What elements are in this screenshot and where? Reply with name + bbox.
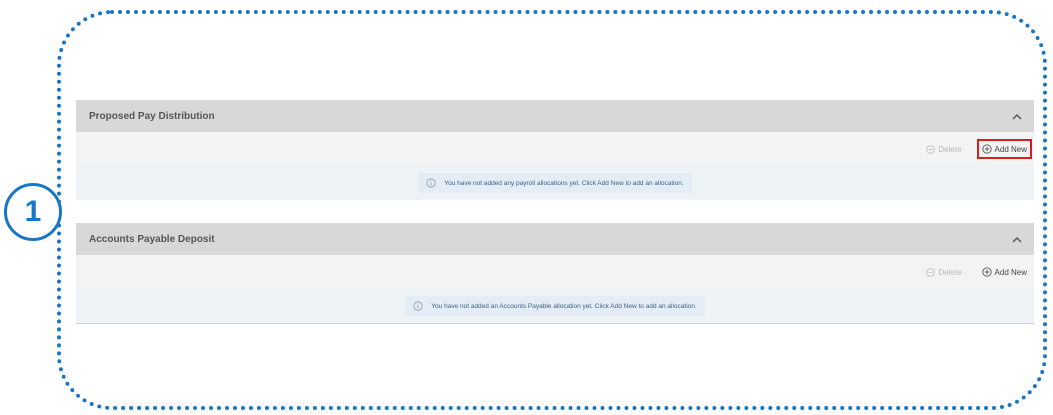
info-message: You have not added an Accounts Payable a… [405, 296, 705, 316]
section-toolbar: Delete Add New [76, 132, 1034, 166]
delete-button[interactable]: Delete [923, 142, 964, 157]
minus-circle-icon [926, 144, 936, 154]
section-header[interactable]: Proposed Pay Distribution [76, 100, 1034, 132]
empty-state-message-row: You have not added any payroll allocatio… [76, 166, 1034, 200]
step-number-badge: 1 [4, 183, 62, 241]
add-new-label: Add New [994, 144, 1027, 154]
info-message: You have not added any payroll allocatio… [418, 173, 692, 193]
minus-circle-icon [926, 267, 936, 277]
add-new-label: Add New [994, 267, 1027, 277]
info-message-text: You have not added an Accounts Payable a… [431, 302, 697, 310]
info-circle-icon [413, 301, 423, 311]
info-message-text: You have not added any payroll allocatio… [444, 179, 684, 187]
info-circle-icon [426, 178, 436, 188]
plus-circle-icon [981, 267, 992, 277]
chevron-up-icon[interactable] [1012, 113, 1022, 120]
empty-state-message-row: You have not added an Accounts Payable a… [76, 289, 1034, 323]
section-toolbar: Delete Add New [76, 255, 1034, 289]
section-title: Proposed Pay Distribution [89, 110, 215, 122]
section-header[interactable]: Accounts Payable Deposit [76, 223, 1034, 255]
section-bottom-border [76, 323, 1034, 324]
chevron-up-icon[interactable] [1012, 236, 1022, 243]
delete-label: Delete [938, 267, 962, 277]
plus-circle-icon [981, 144, 992, 154]
add-new-button[interactable]: Add New [976, 139, 1033, 159]
delete-label: Delete [938, 144, 962, 154]
callout-dotted-frame [57, 10, 1047, 410]
section-proposed-pay-distribution: Proposed Pay Distribution Delete Add New… [76, 100, 1034, 200]
delete-button[interactable]: Delete [923, 265, 964, 280]
section-title: Accounts Payable Deposit [89, 233, 215, 245]
section-accounts-payable-deposit: Accounts Payable Deposit Delete Add New … [76, 223, 1034, 324]
add-new-button[interactable]: Add New [979, 264, 1030, 280]
